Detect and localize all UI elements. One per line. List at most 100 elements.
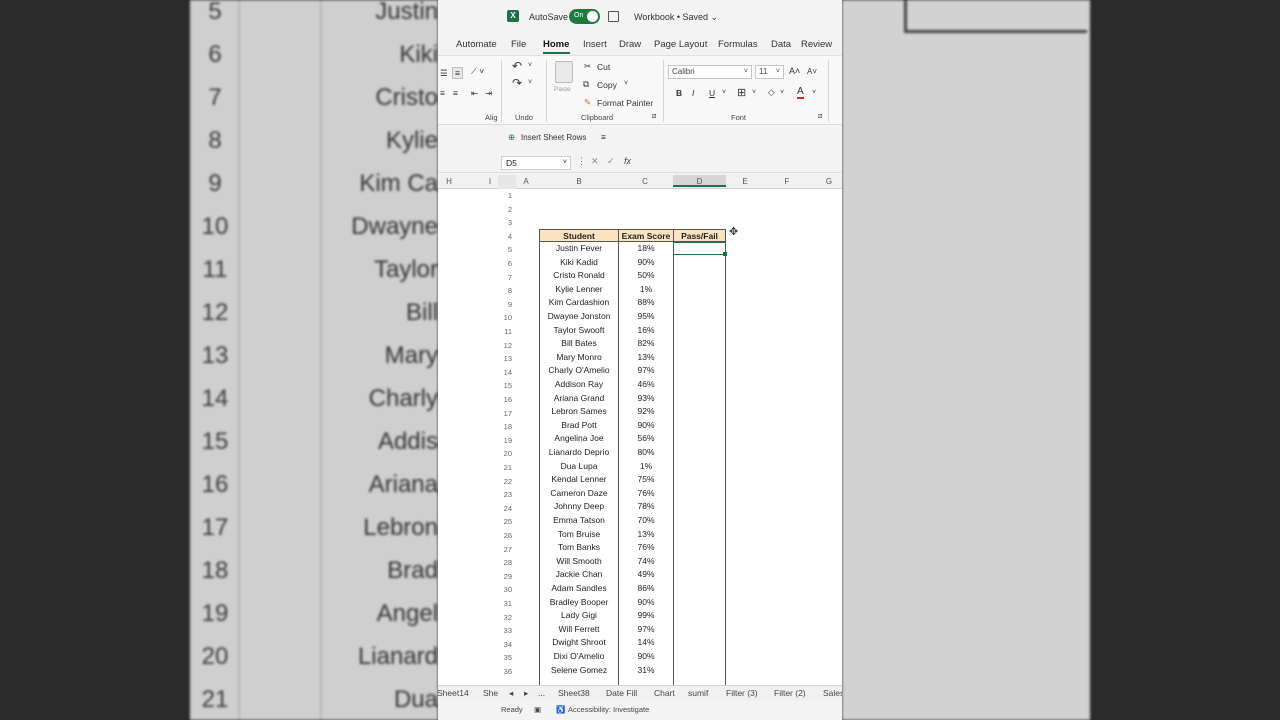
column-header[interactable]: B	[569, 177, 589, 186]
student-cell[interactable]: Cameron Daze	[540, 488, 618, 498]
score-cell[interactable]: 75%	[619, 474, 673, 484]
row-number[interactable]: 24	[496, 504, 512, 513]
student-cell[interactable]: Dwayne Jonston	[540, 311, 618, 321]
accessibility-icon[interactable]: ♿	[556, 705, 565, 714]
sheet-tab[interactable]: sumif	[688, 688, 708, 698]
bold-button[interactable]: B	[676, 88, 682, 98]
underline-button[interactable]: U	[709, 88, 715, 98]
row-number[interactable]: 5	[496, 245, 512, 254]
indent-icon[interactable]: ⇤	[471, 88, 478, 99]
borders-dropdown-icon[interactable]: ˅	[752, 89, 756, 96]
row-number[interactable]: 21	[496, 463, 512, 472]
row-number[interactable]: 2	[496, 205, 512, 214]
score-cell[interactable]: 95%	[619, 311, 673, 321]
row-number[interactable]: 27	[496, 545, 512, 554]
sheet-tab[interactable]: Date Fill	[606, 688, 637, 698]
student-cell[interactable]: Bradley Booper	[540, 597, 618, 607]
score-cell[interactable]: 76%	[619, 488, 673, 498]
score-cell[interactable]: 31%	[619, 665, 673, 675]
column-header[interactable]: C	[635, 177, 655, 186]
row-number[interactable]: 14	[496, 368, 512, 377]
score-cell[interactable]: 90%	[619, 597, 673, 607]
insert-sheet-rows-button[interactable]: Insert Sheet Rows	[521, 133, 586, 142]
score-cell[interactable]: 14%	[619, 637, 673, 647]
fill-dropdown-icon[interactable]: ˅	[780, 89, 784, 96]
tab-formulas[interactable]: Formulas	[718, 39, 758, 50]
autosave-toggle[interactable]: On	[569, 9, 600, 24]
score-cell[interactable]: 90%	[619, 651, 673, 661]
student-cell[interactable]: Kim Cardashion	[540, 297, 618, 307]
score-cell[interactable]: 1%	[619, 461, 673, 471]
wrap-text-icon[interactable]: ≡	[452, 67, 463, 79]
row-number[interactable]: 26	[496, 531, 512, 540]
underline-dropdown-icon[interactable]: ˅	[722, 89, 726, 96]
row-number[interactable]: 1	[496, 191, 512, 200]
selected-cell[interactable]	[673, 242, 726, 255]
tab-review[interactable]: Review	[801, 39, 832, 50]
row-number[interactable]: 17	[496, 409, 512, 418]
more-sheets[interactable]: ...	[538, 688, 545, 698]
score-cell[interactable]: 16%	[619, 325, 673, 335]
score-cell[interactable]: 90%	[619, 420, 673, 430]
score-cell[interactable]: 90%	[619, 257, 673, 267]
font-name-select[interactable]: Calibri ˅	[668, 65, 752, 79]
fx-icon[interactable]: fx	[624, 156, 631, 166]
sheet-tab[interactable]: Sheet38	[558, 688, 590, 698]
score-cell[interactable]: 78%	[619, 501, 673, 511]
redo-icon[interactable]: ↷	[512, 76, 522, 90]
student-cell[interactable]: Mary Monro	[540, 352, 618, 362]
select-all-corner[interactable]	[498, 175, 516, 189]
score-cell[interactable]: 88%	[619, 297, 673, 307]
student-cell[interactable]: Jackie Chan	[540, 569, 618, 579]
student-cell[interactable]: Taylor Swooft	[540, 325, 618, 335]
student-cell[interactable]: Johnny Deep	[540, 501, 618, 511]
toolbar-menu-icon[interactable]: ≡	[601, 132, 606, 142]
enter-icon[interactable]: ✓	[607, 156, 615, 167]
row-number[interactable]: 23	[496, 490, 512, 499]
student-cell[interactable]: Justin Fever	[540, 243, 618, 253]
row-number[interactable]: 32	[496, 613, 512, 622]
insert-rows-icon[interactable]: ⊕	[508, 132, 515, 143]
row-number[interactable]: 18	[496, 422, 512, 431]
student-cell[interactable]: Will Smooth	[540, 556, 618, 566]
header-student[interactable]: Student	[539, 229, 619, 242]
column-header[interactable]: E	[738, 177, 752, 186]
student-cell[interactable]: Lianardo Deprio	[540, 447, 618, 457]
fill-color-icon[interactable]: ◇	[768, 87, 775, 98]
score-cell[interactable]: 82%	[619, 338, 673, 348]
score-cell[interactable]: 70%	[619, 515, 673, 525]
row-number[interactable]: 13	[496, 354, 512, 363]
row-number[interactable]: 3	[496, 218, 512, 227]
score-cell[interactable]: 93%	[619, 393, 673, 403]
save-icon[interactable]	[608, 11, 619, 22]
align-left-icon[interactable]: ☰	[440, 68, 448, 79]
row-number[interactable]: 35	[496, 653, 512, 662]
row-number[interactable]: 20	[496, 449, 512, 458]
copy-dropdown-icon[interactable]: ˅	[624, 80, 628, 87]
sheet-tab[interactable]: She	[483, 688, 498, 698]
borders-icon[interactable]: ⊞	[737, 86, 746, 99]
row-number[interactable]: 25	[496, 517, 512, 526]
row-number[interactable]: 12	[496, 341, 512, 350]
increase-font-icon[interactable]: A˄	[789, 66, 800, 76]
score-cell[interactable]: 49%	[619, 569, 673, 579]
font-launcher-icon[interactable]: ⧄	[818, 113, 822, 121]
student-cell[interactable]: Charly O'Amelio	[540, 365, 618, 375]
student-cell[interactable]: Selene Gomez	[540, 665, 618, 675]
row-number[interactable]: 36	[496, 667, 512, 676]
decrease-font-icon[interactable]: A˅	[807, 67, 817, 76]
align-center-icon[interactable]: ≡	[440, 88, 445, 98]
sheet-tab[interactable]: Sales	[823, 688, 842, 698]
score-cell[interactable]: 56%	[619, 433, 673, 443]
student-cell[interactable]: Addison Ray	[540, 379, 618, 389]
student-cell[interactable]: Cristo Ronald	[540, 270, 618, 280]
column-header[interactable]: G	[822, 177, 836, 186]
sheet-tab[interactable]: Sheet14	[438, 688, 469, 698]
macro-record-icon[interactable]: ▣	[534, 705, 541, 714]
format-painter-button[interactable]: Format Painter	[597, 98, 653, 108]
accessibility-status[interactable]: Accessibility: Investigate	[568, 705, 649, 714]
more-icon[interactable]: ⋮	[577, 156, 586, 167]
score-cell[interactable]: 97%	[619, 365, 673, 375]
student-cell[interactable]: Kendal Lenner	[540, 474, 618, 484]
student-cell[interactable]: Tom Bruise	[540, 529, 618, 539]
